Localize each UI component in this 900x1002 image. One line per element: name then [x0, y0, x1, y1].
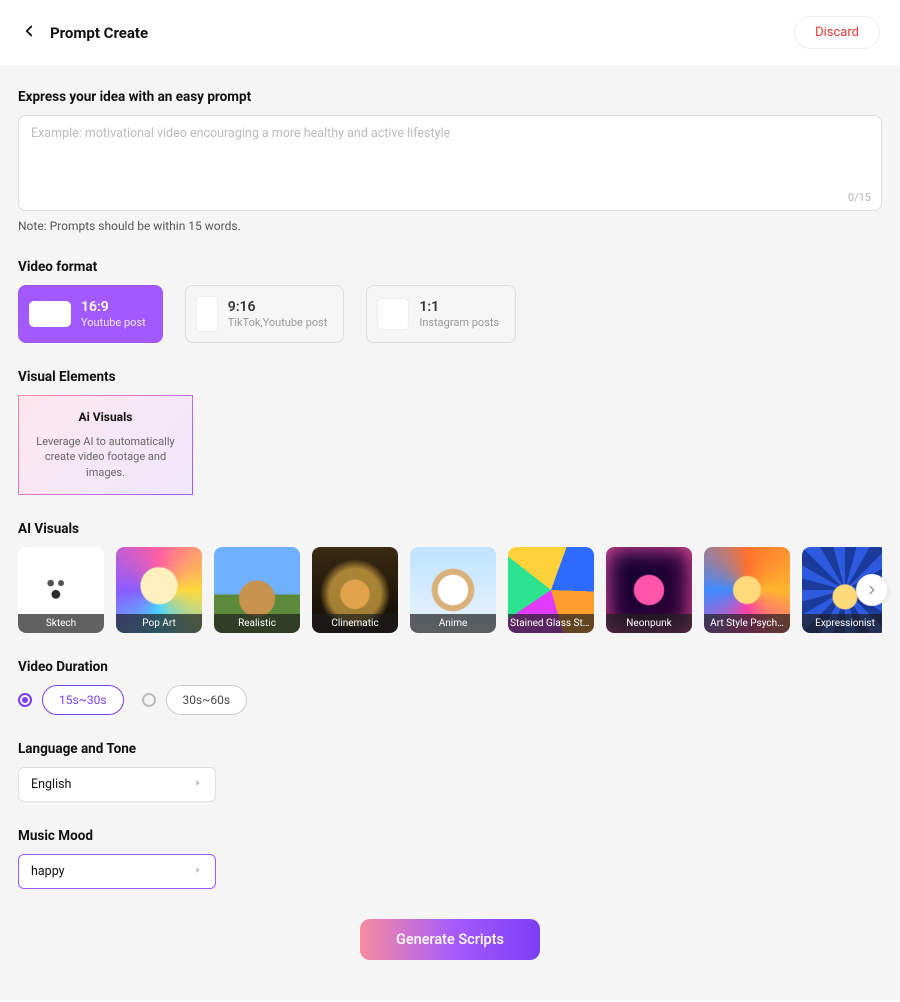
styles-wrap: Sktech Pop Art Realistic Clinematic Anim…	[18, 547, 882, 633]
visual-elements-section: Visual Elements Ai Visuals Leverage AI t…	[18, 369, 882, 495]
ratio-icon-1-1	[377, 298, 409, 330]
video-duration-section: Video Duration 15s~30s 30s~60s	[18, 659, 882, 715]
chevron-right-icon	[193, 777, 203, 792]
style-caption: Realistic	[214, 614, 300, 633]
back-icon[interactable]	[20, 22, 38, 44]
ai-visuals-card-desc: Leverage AI to automatically create vide…	[31, 434, 180, 480]
top-bar-left: Prompt Create	[20, 22, 148, 44]
video-duration-title: Video Duration	[18, 659, 882, 675]
music-section: Music Mood happy	[18, 828, 882, 889]
prompt-input[interactable]	[19, 116, 881, 206]
format-sub-label: Youtube post	[81, 316, 146, 329]
format-ratio-label: 9:16	[228, 299, 328, 316]
visual-elements-title: Visual Elements	[18, 369, 882, 385]
music-title: Music Mood	[18, 828, 882, 844]
duration-row: 15s~30s 30s~60s	[18, 685, 882, 715]
style-caption: Expressionist	[802, 614, 882, 633]
prompt-section: Express your idea with an easy prompt 0/…	[18, 89, 882, 233]
music-value: happy	[31, 864, 65, 879]
style-caption: Pop Art	[116, 614, 202, 633]
page-body: Express your idea with an easy prompt 0/…	[0, 65, 900, 1000]
style-tile-realistic[interactable]: Realistic	[214, 547, 300, 633]
format-sub-label: TikTok,Youtube post	[228, 316, 328, 329]
ratio-icon-9-16	[196, 296, 218, 332]
video-format-row: 16:9 Youtube post 9:16 TikTok,Youtube po…	[18, 285, 882, 343]
style-tile-clinematic[interactable]: Clinematic	[312, 547, 398, 633]
format-ratio-label: 1:1	[419, 299, 499, 316]
ai-visuals-title: AI Visuals	[18, 521, 882, 537]
format-option-1-1[interactable]: 1:1 Instagram posts	[366, 285, 516, 343]
style-tile-art-psych[interactable]: Art Style Psych…	[704, 547, 790, 633]
style-tile-anime[interactable]: Anime	[410, 547, 496, 633]
format-texts: 16:9 Youtube post	[81, 299, 146, 329]
radio-icon[interactable]	[142, 693, 156, 707]
language-select[interactable]: English	[18, 767, 216, 802]
prompt-box: 0/15	[18, 115, 882, 211]
music-select[interactable]: happy	[18, 854, 216, 889]
format-option-16-9[interactable]: 16:9 Youtube post	[18, 285, 163, 343]
scroll-right-button[interactable]	[856, 574, 888, 606]
video-format-title: Video format	[18, 259, 882, 275]
page-title: Prompt Create	[50, 24, 148, 42]
language-section: Language and Tone English	[18, 741, 882, 802]
ratio-icon-16-9	[29, 301, 71, 327]
style-caption: Neonpunk	[606, 614, 692, 633]
style-caption: Stained Glass Style	[508, 614, 594, 633]
style-caption: Art Style Psych…	[704, 614, 790, 633]
video-format-section: Video format 16:9 Youtube post 9:16 TikT…	[18, 259, 882, 343]
ai-visuals-card[interactable]: Ai Visuals Leverage AI to automatically …	[18, 395, 193, 495]
top-bar: Prompt Create Discard	[0, 0, 900, 65]
style-tile-sketch[interactable]: Sktech	[18, 547, 104, 633]
style-tile-neonpunk[interactable]: Neonpunk	[606, 547, 692, 633]
ai-visuals-section: AI Visuals Sktech Pop Art Realistic Clin…	[18, 521, 882, 633]
chevron-right-icon	[193, 864, 203, 879]
format-texts: 9:16 TikTok,Youtube post	[228, 299, 328, 329]
style-tile-popart[interactable]: Pop Art	[116, 547, 202, 633]
prompt-section-title: Express your idea with an easy prompt	[18, 89, 882, 105]
duration-pill[interactable]: 30s~60s	[166, 685, 248, 715]
duration-option-1[interactable]: 15s~30s	[18, 685, 124, 715]
prompt-char-count: 0/15	[848, 191, 871, 204]
format-texts: 1:1 Instagram posts	[419, 299, 499, 329]
language-value: English	[31, 777, 71, 792]
language-title: Language and Tone	[18, 741, 882, 757]
style-tile-stained-glass[interactable]: Stained Glass Style	[508, 547, 594, 633]
style-caption: Clinematic	[312, 614, 398, 633]
format-sub-label: Instagram posts	[419, 316, 499, 329]
format-ratio-label: 16:9	[81, 299, 146, 316]
chevron-right-icon	[865, 583, 879, 597]
discard-button[interactable]: Discard	[794, 16, 880, 49]
duration-pill[interactable]: 15s~30s	[42, 685, 124, 715]
style-caption: Anime	[410, 614, 496, 633]
styles-row[interactable]: Sktech Pop Art Realistic Clinematic Anim…	[18, 547, 882, 633]
duration-option-2[interactable]: 30s~60s	[142, 685, 248, 715]
generate-scripts-button[interactable]: Generate Scripts	[360, 919, 540, 960]
format-option-9-16[interactable]: 9:16 TikTok,Youtube post	[185, 285, 345, 343]
style-caption: Sktech	[18, 614, 104, 633]
prompt-note: Note: Prompts should be within 15 words.	[18, 219, 882, 233]
radio-icon[interactable]	[18, 693, 32, 707]
ai-visuals-card-title: Ai Visuals	[31, 410, 180, 424]
